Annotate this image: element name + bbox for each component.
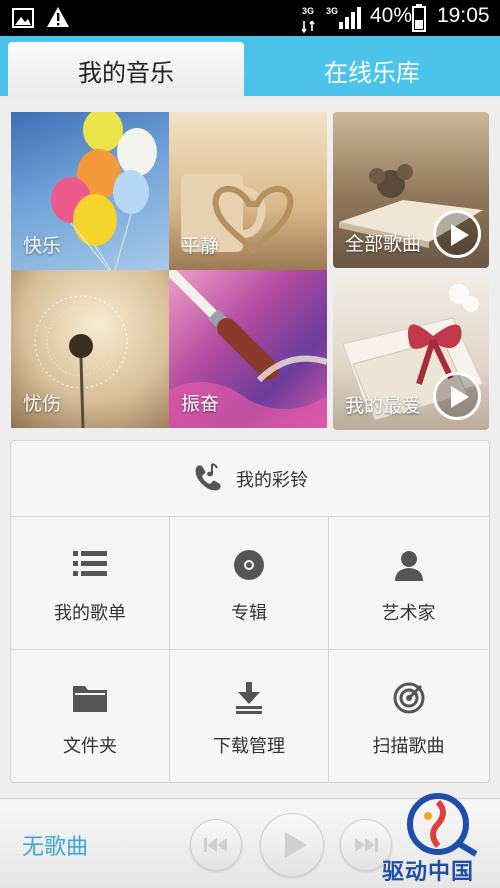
tile-label: 快乐 (23, 235, 62, 257)
watermark-text: 驱动中国 (382, 860, 475, 885)
network-type-1: 3G (302, 6, 315, 16)
my-playlists-button[interactable]: 我的歌单 (11, 517, 170, 650)
play-favorites-button[interactable] (433, 372, 481, 420)
tile-happy[interactable]: 快乐 (11, 112, 169, 270)
list-icon (73, 549, 107, 583)
disc-icon (233, 549, 265, 585)
cell-label: 艺术家 (381, 603, 436, 624)
tile-label: 平静 (181, 235, 220, 257)
download-icon (234, 682, 264, 718)
tile-label: 忧伤 (23, 393, 62, 415)
signal-icon-1 (301, 18, 318, 37)
battery-percent: 40% (370, 4, 413, 27)
warning-icon (46, 6, 70, 32)
ringtone-icon (192, 462, 222, 496)
watermark-logo: 驱动中国 (380, 792, 498, 888)
tile-calm[interactable]: 平静 (169, 112, 327, 270)
play-button[interactable] (260, 813, 324, 877)
folders-button[interactable]: 文件夹 (11, 650, 170, 783)
folder-icon (73, 682, 107, 716)
cell-label: 文件夹 (63, 736, 117, 757)
scan-icon (393, 682, 425, 718)
clock: 19:05 (437, 4, 490, 27)
tab-label: 在线乐库 (324, 58, 420, 87)
play-icon (451, 386, 469, 408)
cell-label: 扫描歌曲 (372, 736, 445, 757)
play-icon (451, 224, 469, 246)
play-icon (285, 832, 307, 858)
ringtone-row[interactable]: 我的彩铃 (11, 441, 489, 517)
tile-all-songs[interactable]: 全部歌曲 (333, 112, 489, 268)
tile-label: 全部歌曲 (345, 233, 422, 255)
previous-button[interactable] (190, 819, 242, 871)
next-icon (355, 838, 378, 852)
tab-bar: 我的音乐 在线乐库 (0, 36, 500, 98)
tile-sad[interactable]: 忧伤 (11, 270, 169, 428)
tab-my-music[interactable]: 我的音乐 (8, 42, 244, 98)
download-manager-button[interactable]: 下载管理 (170, 650, 329, 783)
signal-bars-icon (338, 6, 364, 34)
albums-button[interactable]: 专辑 (170, 517, 329, 650)
scan-songs-button[interactable]: 扫描歌曲 (329, 650, 488, 783)
ringtone-label: 我的彩铃 (236, 469, 308, 491)
network-type-2: 3G (326, 6, 339, 16)
cell-label: 下载管理 (213, 736, 285, 757)
cell-label: 专辑 (231, 603, 267, 624)
artists-button[interactable]: 艺术家 (329, 517, 488, 650)
tile-excited[interactable]: 振奋 (169, 270, 327, 428)
cell-label: 我的歌单 (54, 603, 126, 624)
tile-label: 振奋 (181, 393, 220, 415)
current-song-label[interactable]: 无歌曲 (22, 829, 88, 861)
music-menu-panel: 我的彩铃 我的歌单 专辑 艺术家 文件夹 下载管理 扫描歌曲 (10, 440, 490, 783)
previous-icon (204, 838, 227, 852)
battery-icon (412, 4, 426, 36)
watermark-icon (407, 793, 478, 857)
tab-label: 我的音乐 (78, 58, 174, 87)
status-bar: 3G 3G 40% 19:05 (0, 0, 500, 36)
tile-label: 我的最爱 (345, 395, 422, 417)
person-icon (393, 549, 425, 585)
tab-divider (0, 96, 500, 100)
tile-favorites[interactable]: 我的最爱 (333, 274, 489, 430)
tab-online-library[interactable]: 在线乐库 (252, 42, 492, 98)
play-all-button[interactable] (433, 210, 481, 258)
image-icon (12, 8, 34, 32)
